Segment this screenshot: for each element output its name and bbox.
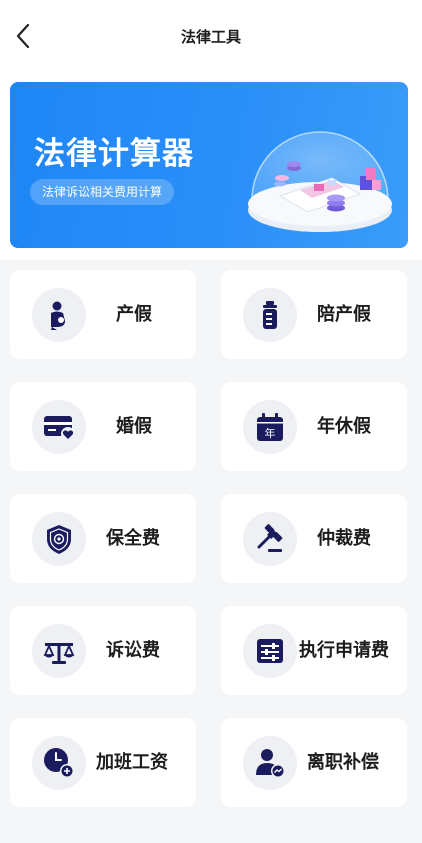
tool-label: 诉讼费 — [106, 639, 160, 661]
baby-bottle-icon — [263, 301, 277, 329]
calculator-banner[interactable]: 法律计算器 法律诉讼相关费用计算 — [10, 82, 408, 248]
icon-badge — [32, 288, 86, 342]
resignation-user-icon — [256, 749, 285, 778]
tool-label: 离职补偿 — [307, 751, 379, 773]
icon-badge — [243, 288, 297, 342]
maternity-icon — [51, 301, 65, 330]
tool-card-overtime-pay[interactable]: 加班工资 — [10, 718, 196, 807]
tool-card-arbitration-fee[interactable]: 仲裁费 — [221, 494, 407, 583]
page-title: 法律工具 — [180, 28, 241, 46]
sliders-icon — [257, 639, 283, 663]
tool-label: 保全费 — [106, 527, 160, 549]
icon-badge — [32, 400, 86, 454]
tool-label: 婚假 — [116, 415, 152, 437]
tool-label: 加班工资 — [96, 751, 168, 773]
icon-badge — [32, 736, 86, 790]
tool-card-marriage-leave[interactable]: 婚假 — [10, 382, 196, 471]
calendar-year-glyph: 年 — [265, 426, 276, 440]
icon-badge — [32, 512, 86, 566]
tool-label: 陪产假 — [317, 303, 371, 325]
icon-badge — [243, 512, 297, 566]
icon-badge — [243, 624, 297, 678]
tool-label: 产假 — [116, 303, 152, 325]
banner-title: 法律计算器 — [34, 136, 194, 172]
tool-card-maternity-leave[interactable]: 产假 — [10, 270, 196, 359]
tool-card-execution-fee[interactable]: 执行申请费 — [221, 606, 407, 695]
gavel-icon — [257, 524, 283, 552]
banner-subtitle: 法律诉讼相关费用计算 — [30, 179, 175, 205]
calendar-icon: 年 — [257, 413, 283, 441]
tool-card-paternity-leave[interactable]: 陪产假 — [221, 270, 407, 359]
marriage-card-icon — [44, 416, 75, 441]
scales-icon — [43, 643, 75, 664]
icon-badge: 年 — [243, 400, 297, 454]
icon-badge — [243, 736, 297, 790]
glass-dome-illustration — [248, 131, 392, 232]
tool-card-preservation-fee[interactable]: 保全费 — [10, 494, 196, 583]
top-nav-bar: 法律工具 — [0, 0, 422, 74]
tool-label: 执行申请费 — [299, 639, 389, 661]
shield-icon — [47, 525, 71, 554]
icon-badge — [32, 624, 86, 678]
banner-section: 法律计算器 法律诉讼相关费用计算 — [0, 74, 422, 260]
overtime-clock-icon — [44, 748, 74, 778]
tool-label: 年休假 — [317, 415, 371, 437]
tool-card-annual-leave[interactable]: 年 年休假 — [221, 382, 407, 471]
tool-label: 仲裁费 — [317, 527, 371, 549]
tool-card-litigation-fee[interactable]: 诉讼费 — [10, 606, 196, 695]
tool-card-severance[interactable]: 离职补偿 — [221, 718, 407, 807]
